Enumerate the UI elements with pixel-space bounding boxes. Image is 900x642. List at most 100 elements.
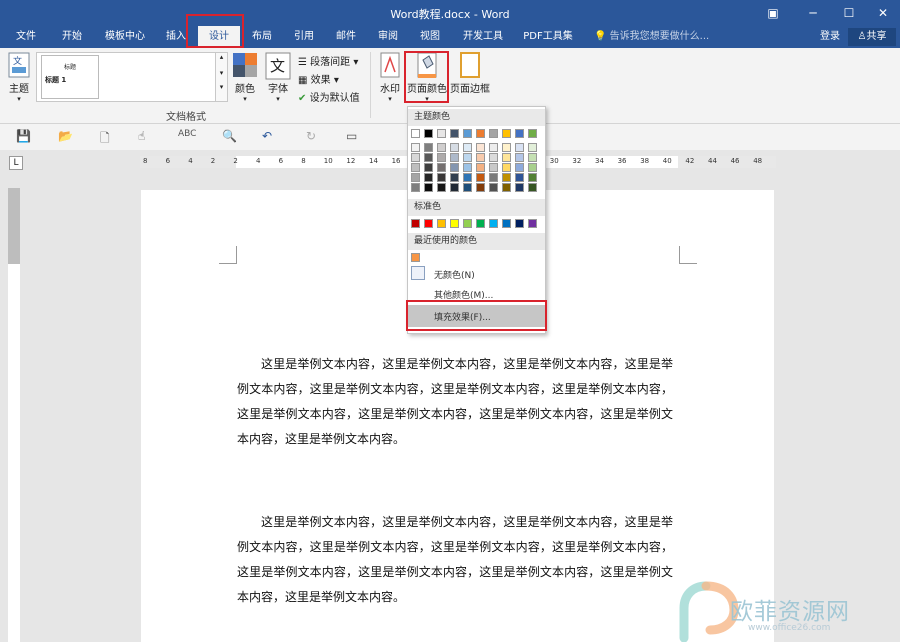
theme-shade-swatch[interactable] <box>411 153 420 162</box>
theme-shade-swatch[interactable] <box>489 183 498 192</box>
theme-shade-swatch[interactable] <box>411 173 420 182</box>
theme-shade-swatch[interactable] <box>450 173 459 182</box>
theme-shade-swatch[interactable] <box>450 163 459 172</box>
theme-shade-swatch[interactable] <box>528 163 537 172</box>
theme-shade-swatch[interactable] <box>528 153 537 162</box>
theme-color-swatch[interactable] <box>437 129 446 138</box>
style-set-gallery[interactable]: 标题 标题 1 <box>36 52 216 102</box>
tab-developer[interactable]: 开发工具 <box>456 26 510 48</box>
open-folder-icon[interactable]: 📂 <box>58 129 73 143</box>
close-button[interactable]: ✕ <box>866 0 900 26</box>
vertical-ruler[interactable] <box>8 188 20 642</box>
tab-view[interactable]: 视图 <box>412 26 448 48</box>
theme-shade-swatch[interactable] <box>489 163 498 172</box>
tab-pdf-tools[interactable]: PDF工具集 <box>516 26 580 48</box>
recent-color-swatch[interactable] <box>411 253 420 262</box>
share-button[interactable]: ♙共享 <box>848 28 896 46</box>
gallery-scroll[interactable]: ▴ ▾ ▾ <box>216 52 228 102</box>
set-as-default-button[interactable]: ✔ 设为默认值 <box>298 89 360 104</box>
theme-shade-swatch[interactable] <box>515 153 524 162</box>
new-document-icon[interactable]: 🗋 <box>100 129 110 150</box>
theme-shade-swatch[interactable] <box>476 183 485 192</box>
redo-icon[interactable]: ↻ <box>306 129 316 143</box>
theme-shade-swatch[interactable] <box>437 163 446 172</box>
theme-shade-swatch[interactable] <box>424 143 433 152</box>
theme-color-swatch[interactable] <box>463 129 472 138</box>
style-set-thumb[interactable]: 标题 标题 1 <box>41 55 99 99</box>
effects-button[interactable]: ▦ 效果 ▾ <box>298 71 339 86</box>
ribbon-display-options-icon[interactable]: ▣ <box>756 0 790 26</box>
tab-references[interactable]: 引用 <box>286 26 322 48</box>
watermark-button[interactable]: 水印 ▾ <box>376 52 404 103</box>
standard-color-swatch[interactable] <box>437 219 446 228</box>
page-color-button[interactable]: 页面颜色 ▾ <box>406 52 448 103</box>
theme-shade-swatch[interactable] <box>437 183 446 192</box>
tab-file[interactable]: 文件 <box>8 26 44 48</box>
paragraph-2[interactable]: 这里是举例文本内容，这里是举例文本内容，这里是举例文本内容，这里是举例文本内容，… <box>237 510 673 610</box>
theme-shade-swatch[interactable] <box>528 183 537 192</box>
theme-shade-swatch[interactable] <box>463 163 472 172</box>
theme-color-swatch[interactable] <box>528 129 537 138</box>
theme-shade-swatch[interactable] <box>437 143 446 152</box>
theme-shade-swatch[interactable] <box>502 173 511 182</box>
theme-shade-swatch[interactable] <box>424 153 433 162</box>
print-preview-icon[interactable]: 🔍 <box>222 129 237 143</box>
tab-insert[interactable]: 插入 <box>158 26 194 48</box>
standard-color-swatch[interactable] <box>463 219 472 228</box>
theme-color-swatch[interactable] <box>411 129 420 138</box>
tab-design[interactable]: 设计 <box>198 26 240 48</box>
maximize-button[interactable]: ☐ <box>832 0 866 26</box>
spelling-icon[interactable]: ABC <box>178 129 196 139</box>
theme-shade-swatch[interactable] <box>515 163 524 172</box>
theme-shade-swatch[interactable] <box>476 153 485 162</box>
undo-icon[interactable]: ↶ <box>262 129 272 143</box>
theme-color-swatch[interactable] <box>476 129 485 138</box>
no-color-option[interactable]: 无颜色(N) <box>408 265 545 283</box>
theme-shade-swatch[interactable] <box>437 153 446 162</box>
theme-shade-swatch[interactable] <box>450 153 459 162</box>
theme-color-swatch[interactable] <box>515 129 524 138</box>
standard-color-swatch[interactable] <box>450 219 459 228</box>
more-colors-option[interactable]: 其他颜色(M)... <box>408 287 545 301</box>
theme-shade-swatch[interactable] <box>411 163 420 172</box>
screen-icon[interactable]: ▭ <box>346 129 357 143</box>
tell-me-search[interactable]: 💡 告诉我您想要做什么... <box>594 26 709 48</box>
theme-shade-swatch[interactable] <box>463 153 472 162</box>
theme-shade-swatch[interactable] <box>515 143 524 152</box>
theme-shade-swatch[interactable] <box>476 163 485 172</box>
touch-mode-icon[interactable]: ☝ <box>138 129 145 143</box>
tab-templates[interactable]: 模板中心 <box>98 26 152 48</box>
theme-shade-swatch[interactable] <box>489 143 498 152</box>
themes-button[interactable]: 文 主题 ▾ <box>4 52 34 103</box>
paragraph-spacing-button[interactable]: ☰ 段落间距 ▾ <box>298 53 358 68</box>
theme-shade-swatch[interactable] <box>476 143 485 152</box>
theme-shade-swatch[interactable] <box>502 153 511 162</box>
theme-shade-swatch[interactable] <box>515 183 524 192</box>
tab-mailings[interactable]: 邮件 <box>328 26 364 48</box>
theme-shade-swatch[interactable] <box>528 173 537 182</box>
standard-color-swatch[interactable] <box>411 219 420 228</box>
theme-color-swatch[interactable] <box>489 129 498 138</box>
theme-color-swatch[interactable] <box>450 129 459 138</box>
theme-shade-swatch[interactable] <box>424 163 433 172</box>
theme-shade-swatch[interactable] <box>476 173 485 182</box>
theme-shade-swatch[interactable] <box>502 143 511 152</box>
theme-shade-swatch[interactable] <box>411 183 420 192</box>
tab-layout[interactable]: 布局 <box>244 26 280 48</box>
theme-shade-swatch[interactable] <box>502 183 511 192</box>
tab-selector[interactable]: L <box>9 156 23 170</box>
theme-shade-swatch[interactable] <box>450 183 459 192</box>
theme-shade-swatch[interactable] <box>463 183 472 192</box>
theme-shade-swatch[interactable] <box>424 173 433 182</box>
page-borders-button[interactable]: 页面边框 <box>450 52 490 95</box>
standard-color-swatch[interactable] <box>424 219 433 228</box>
theme-shade-swatch[interactable] <box>411 143 420 152</box>
signin-link[interactable]: 登录 <box>820 26 840 48</box>
theme-shade-swatch[interactable] <box>463 173 472 182</box>
theme-shade-swatch[interactable] <box>489 153 498 162</box>
colors-button[interactable]: 颜色 ▾ <box>231 52 259 103</box>
standard-color-swatch[interactable] <box>476 219 485 228</box>
theme-color-swatch[interactable] <box>502 129 511 138</box>
tab-review[interactable]: 审阅 <box>370 26 406 48</box>
theme-shade-swatch[interactable] <box>515 173 524 182</box>
